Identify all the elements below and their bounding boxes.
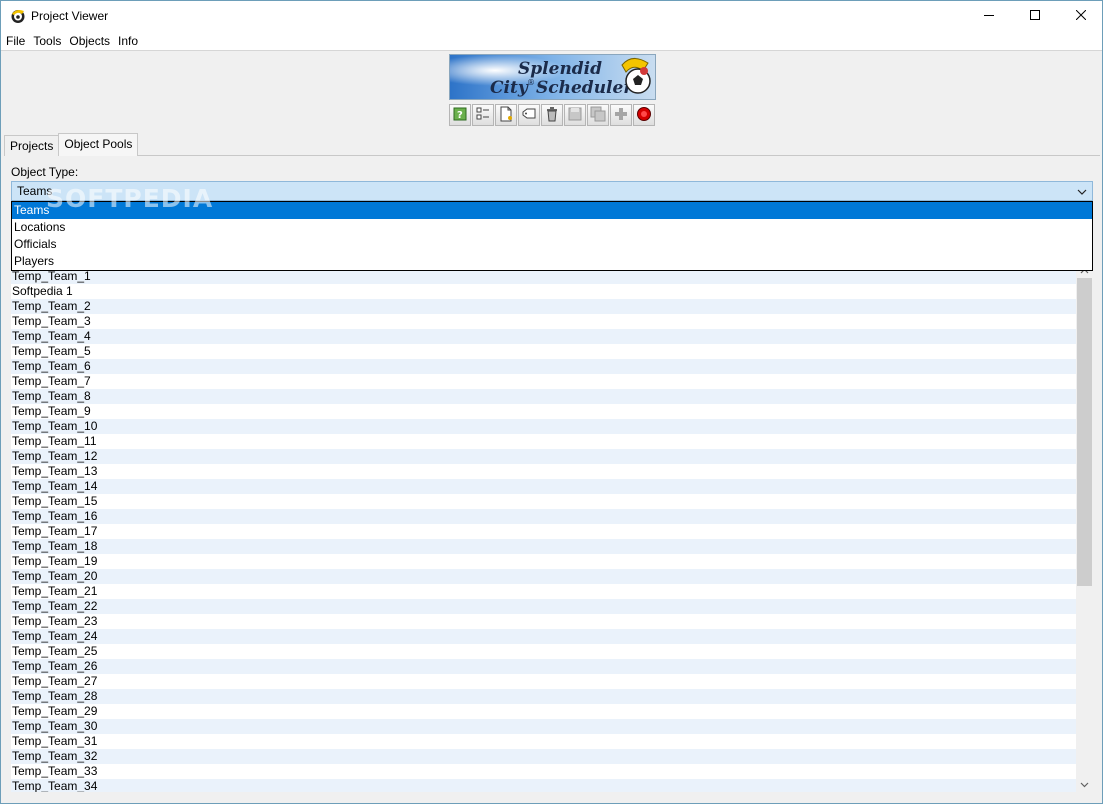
menu-info[interactable]: Info <box>114 31 142 51</box>
save-icon <box>567 106 583 125</box>
list-item[interactable]: Temp_Team_1 <box>11 269 1077 284</box>
list-item[interactable]: Temp_Team_30 <box>11 719 1077 734</box>
list-item[interactable]: Temp_Team_20 <box>11 569 1077 584</box>
list-item[interactable]: Temp_Team_31 <box>11 734 1077 749</box>
vertical-scrollbar[interactable] <box>1076 261 1093 792</box>
list-item[interactable]: Temp_Team_18 <box>11 539 1077 554</box>
list-item[interactable]: Temp_Team_17 <box>11 524 1077 539</box>
list-item[interactable]: Temp_Team_19 <box>11 554 1077 569</box>
toolbar: ? <box>449 104 655 126</box>
maximize-icon <box>1030 9 1040 23</box>
svg-text:?: ? <box>457 110 463 121</box>
list-item[interactable]: Temp_Team_32 <box>11 749 1077 764</box>
add-button[interactable] <box>610 104 632 126</box>
list-item[interactable]: Temp_Team_16 <box>11 509 1077 524</box>
dropdown-option-locations[interactable]: Locations <box>12 219 1092 236</box>
logo-text-splendid: Splendid <box>518 59 602 79</box>
list-item[interactable]: Temp_Team_15 <box>11 494 1077 509</box>
list-item[interactable]: Temp_Team_13 <box>11 464 1077 479</box>
list-item[interactable]: Temp_Team_10 <box>11 419 1077 434</box>
list-item[interactable]: Temp_Team_8 <box>11 389 1077 404</box>
logo-registered-mark: ® <box>527 78 535 87</box>
add-icon <box>613 106 629 125</box>
list-item[interactable]: Temp_Team_2 <box>11 299 1077 314</box>
tab-strip: Projects Object Pools <box>4 133 139 156</box>
stop-button[interactable] <box>633 104 655 126</box>
project-viewer-window: Project Viewer File Tools Objects Info S… <box>0 0 1103 804</box>
minimize-button[interactable] <box>966 1 1012 31</box>
new-document-icon <box>498 106 514 125</box>
save-all-icon <box>590 106 606 125</box>
list-item[interactable]: Temp_Team_27 <box>11 674 1077 689</box>
list-item[interactable]: Temp_Team_22 <box>11 599 1077 614</box>
stop-icon <box>636 106 652 125</box>
menu-file[interactable]: File <box>1 31 29 51</box>
delete-button[interactable] <box>541 104 563 126</box>
object-type-selected-value: Teams <box>17 184 53 198</box>
title-bar[interactable]: Project Viewer <box>1 1 1102 31</box>
chevron-down-icon <box>1080 777 1089 791</box>
window-title: Project Viewer <box>31 9 109 23</box>
list-item[interactable]: Temp_Team_25 <box>11 644 1077 659</box>
close-icon <box>1075 9 1087 23</box>
object-type-label: Object Type: <box>11 165 79 179</box>
list-item[interactable]: Temp_Team_9 <box>11 404 1077 419</box>
checklist-button[interactable] <box>472 104 494 126</box>
list-item[interactable]: Temp_Team_29 <box>11 704 1077 719</box>
list-item[interactable]: Temp_Team_26 <box>11 659 1077 674</box>
chevron-down-icon <box>1075 185 1089 199</box>
object-type-dropdown: Teams Locations Officials Players <box>11 201 1093 271</box>
list-item[interactable]: Temp_Team_21 <box>11 584 1077 599</box>
tag-button[interactable] <box>518 104 540 126</box>
list-item[interactable]: Temp_Team_12 <box>11 449 1077 464</box>
dropdown-option-officials[interactable]: Officials <box>12 236 1092 253</box>
list-item[interactable]: Temp_Team_5 <box>11 344 1077 359</box>
splendid-city-scheduler-logo: Splendid City ® Scheduler <box>449 54 656 100</box>
list-item[interactable]: Temp_Team_14 <box>11 479 1077 494</box>
list-item[interactable]: Temp_Team_3 <box>11 314 1077 329</box>
object-list[interactable]: Softpedia 2Temp_Team_1Softpedia 1Temp_Te… <box>11 261 1077 792</box>
list-item[interactable]: Temp_Team_6 <box>11 359 1077 374</box>
menu-bar: File Tools Objects Info <box>1 31 1102 51</box>
list-item[interactable]: Temp_Team_11 <box>11 434 1077 449</box>
menu-tools[interactable]: Tools <box>29 31 65 51</box>
new-document-button[interactable] <box>495 104 517 126</box>
help-icon: ? <box>452 106 468 125</box>
logo-text-city: City <box>490 78 529 98</box>
maximize-button[interactable] <box>1012 1 1058 31</box>
list-item[interactable]: Softpedia 1 <box>11 284 1077 299</box>
tab-object-pools[interactable]: Object Pools <box>58 133 139 156</box>
app-icon <box>10 8 26 24</box>
close-button[interactable] <box>1058 1 1103 31</box>
logo-text-scheduler: Scheduler <box>536 78 633 98</box>
tab-projects[interactable]: Projects <box>4 135 60 156</box>
tag-icon <box>521 106 537 125</box>
dropdown-option-players[interactable]: Players <box>12 253 1092 270</box>
list-item[interactable]: Temp_Team_24 <box>11 629 1077 644</box>
list-item[interactable]: Temp_Team_4 <box>11 329 1077 344</box>
save-all-button[interactable] <box>587 104 609 126</box>
minimize-icon <box>984 9 994 23</box>
list-item[interactable]: Temp_Team_34 <box>11 779 1077 792</box>
object-type-combobox[interactable]: Teams <box>11 181 1093 201</box>
dropdown-option-teams[interactable]: Teams <box>12 202 1092 219</box>
list-item[interactable]: Temp_Team_23 <box>11 614 1077 629</box>
help-button[interactable]: ? <box>449 104 471 126</box>
object-list-rows: Softpedia 2Temp_Team_1Softpedia 1Temp_Te… <box>11 261 1077 792</box>
list-item[interactable]: Temp_Team_28 <box>11 689 1077 704</box>
scroll-thumb[interactable] <box>1077 278 1092 586</box>
checklist-icon <box>475 106 491 125</box>
list-item[interactable]: Temp_Team_7 <box>11 374 1077 389</box>
scroll-down-button[interactable] <box>1076 775 1093 792</box>
save-button[interactable] <box>564 104 586 126</box>
list-item[interactable]: Temp_Team_33 <box>11 764 1077 779</box>
menu-objects[interactable]: Objects <box>65 31 114 51</box>
trash-icon <box>544 106 560 125</box>
